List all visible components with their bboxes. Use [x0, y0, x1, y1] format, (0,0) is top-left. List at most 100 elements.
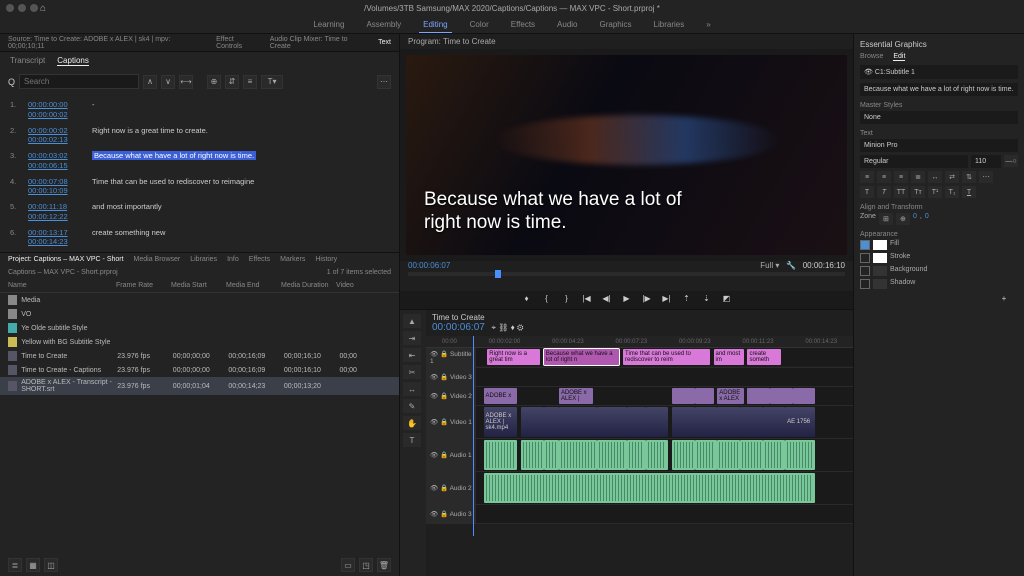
tracking-icon[interactable]: ⇄	[945, 171, 959, 183]
program-monitor-tab[interactable]: Program: Time to Create	[408, 37, 496, 46]
marker-icon[interactable]: ♦	[511, 323, 515, 332]
eg-font-dropdown[interactable]: Minion Pro	[860, 139, 1018, 152]
macos-traffic-lights[interactable]	[6, 4, 38, 12]
timeline-track[interactable]: 👁 🔒 Subtitle 1Right now is a great timBe…	[426, 348, 853, 368]
timeline-clip[interactable]	[627, 440, 646, 470]
timeline-clip[interactable]: Right now is a great tim	[487, 349, 540, 365]
timeline-track[interactable]: 👁 🔒 Audio 2	[426, 472, 853, 505]
timeline-clip[interactable]: Time that can be used to rediscover to r…	[623, 349, 710, 365]
program-current-tc[interactable]: 00:00:06:07	[408, 261, 450, 270]
eg-size-slider-icon[interactable]: —○	[1004, 155, 1018, 167]
timeline-track[interactable]: 👁 🔒 Video 2ADOBE xADOBE x ALEX |ADOBE x …	[426, 387, 853, 406]
stroke-checkbox[interactable]	[860, 253, 870, 263]
icon-view-icon[interactable]: ▦	[26, 558, 40, 572]
go-to-out-icon[interactable]: ▶|	[661, 294, 673, 303]
track-header[interactable]: 👁 🔒 Audio 1	[426, 439, 476, 471]
razor-tool-icon[interactable]: ✂	[403, 365, 421, 379]
workspace-editing[interactable]: Editing	[419, 17, 451, 33]
source-monitor-tab[interactable]: Source: Time to Create: ADOBE x ALEX | s…	[8, 36, 208, 50]
split-caption-icon[interactable]: ⇵	[225, 75, 239, 89]
settings-icon[interactable]: ⚙	[517, 323, 523, 332]
timeline-clip[interactable]	[559, 407, 597, 437]
timeline-ruler[interactable]: 00:0000:00:02:0000:00:04:2300:00:07:2300…	[426, 336, 853, 348]
workspace-audio[interactable]: Audio	[553, 17, 581, 32]
timeline-clip[interactable]	[695, 407, 718, 437]
workspace-libraries[interactable]: Libraries	[650, 17, 689, 32]
stroke-color-swatch[interactable]	[873, 253, 887, 263]
workspace-graphics[interactable]: Graphics	[596, 17, 636, 32]
mark-in-icon[interactable]: {	[541, 294, 553, 303]
fill-checkbox[interactable]	[860, 240, 870, 250]
project-row[interactable]: Media	[0, 293, 399, 307]
timeline-clip[interactable]	[484, 440, 518, 470]
delete-icon[interactable]: 🗑	[377, 558, 391, 572]
caption-row[interactable]: 5.00:00:11:1800:00:12:22and most importa…	[10, 199, 389, 225]
shadow-color-swatch[interactable]	[873, 279, 887, 289]
timeline-clip[interactable]	[747, 388, 770, 404]
timeline-clip[interactable]	[770, 388, 793, 404]
timeline-clip[interactable]	[672, 407, 695, 437]
subscript-icon[interactable]: T₁	[945, 186, 959, 198]
caption-row[interactable]: 1.00:00:00:0000:00:00:02-	[10, 97, 389, 123]
track-header[interactable]: 👁 🔒 Audio 3	[426, 505, 476, 523]
captions-tab[interactable]: Captions	[57, 56, 89, 66]
eg-font-size[interactable]: 110	[971, 155, 1001, 168]
add-marker-icon[interactable]: ♦	[521, 294, 533, 303]
effect-controls-tab[interactable]: Effect Controls	[216, 36, 262, 50]
col-mediaend[interactable]: Media End	[226, 282, 281, 289]
merge-caption-icon[interactable]: ≡	[243, 75, 257, 89]
smallcaps-icon[interactable]: Tᴛ	[911, 186, 925, 198]
timeline-clip[interactable]: ADOBE x ALEX	[717, 388, 743, 404]
caption-style-dropdown[interactable]: T ▾	[261, 75, 283, 89]
timeline-clip[interactable]: ADOBE x ALEX |	[559, 388, 593, 404]
timeline-clip[interactable]	[785, 440, 815, 470]
col-name[interactable]: Name	[8, 282, 116, 289]
align-center-icon[interactable]: ≡	[877, 171, 891, 183]
hand-tool-icon[interactable]: ✋	[403, 416, 421, 430]
caption-row[interactable]: 6.00:00:13:1700:00:14:23create something…	[10, 225, 389, 251]
project-row[interactable]: Yellow with BG Subtitle Style	[0, 335, 399, 349]
timeline-clip[interactable]: AE 1756	[785, 407, 815, 437]
timeline-clip[interactable]: ADOBE x	[484, 388, 518, 404]
audio-clip-mixer-tab[interactable]: Audio Clip Mixer: Time to Create	[270, 36, 370, 50]
faux-italic-icon[interactable]: T	[877, 186, 891, 198]
position-icon[interactable]: ⊕	[896, 213, 910, 225]
snap-icon[interactable]: ⌖	[492, 323, 497, 332]
workspace-assembly[interactable]: Assembly	[362, 17, 405, 32]
superscript-icon[interactable]: T¹	[928, 186, 942, 198]
ripple-edit-icon[interactable]: ⇤	[403, 348, 421, 362]
project-tab[interactable]: Project: Captions – MAX VPC - Short	[8, 256, 124, 263]
project-row[interactable]: Time to Create23.976 fps00;00;00;0000;00…	[0, 349, 399, 363]
timeline-clip[interactable]	[695, 440, 718, 470]
play-icon[interactable]: ▶	[621, 294, 633, 303]
timeline-clip[interactable]: create someth	[747, 349, 781, 365]
project-row[interactable]: ADOBE x ALEX - Transcript - SHORT.srt23.…	[0, 377, 399, 395]
track-select-icon[interactable]: ⇥	[403, 331, 421, 345]
eg-font-style[interactable]: Regular	[860, 155, 968, 168]
eg-layer-item[interactable]: 👁 C1:Subtitle 1	[864, 69, 915, 76]
type-tool-icon[interactable]: T	[403, 433, 421, 447]
next-match-icon[interactable]: ∨	[161, 75, 175, 89]
timeline-clip[interactable]	[695, 388, 714, 404]
timeline-clip[interactable]	[484, 473, 816, 503]
slip-tool-icon[interactable]: ↔	[403, 382, 421, 396]
zone-picker-icon[interactable]: ⊞	[879, 213, 893, 225]
align-left-icon[interactable]: ≡	[860, 171, 874, 183]
workspace-effects[interactable]: Effects	[507, 17, 539, 32]
project-row[interactable]: Ye Olde subtitle Style	[0, 321, 399, 335]
workspace-learning[interactable]: Learning	[309, 17, 348, 32]
media-browser-tab[interactable]: Media Browser	[134, 256, 181, 263]
eg-pos-x[interactable]: 0	[913, 213, 917, 225]
zoom-level[interactable]: Full	[760, 261, 773, 270]
export-frame-icon[interactable]: ◩	[721, 294, 733, 303]
timeline-track[interactable]: 👁 🔒 Audio 3	[426, 505, 853, 524]
kerning-icon[interactable]: ↔	[928, 171, 942, 183]
timeline-tc[interactable]: 00:00:06:07	[432, 322, 485, 333]
linked-sel-icon[interactable]: ⛓	[498, 323, 508, 332]
fill-color-swatch[interactable]	[873, 240, 887, 250]
timeline-clip[interactable]	[597, 440, 627, 470]
mark-out-icon[interactable]: }	[561, 294, 573, 303]
timeline-clip[interactable]: ADOBE x ALEX | sk4.mp4	[484, 407, 518, 437]
timeline-clip[interactable]: and most im	[714, 349, 744, 365]
transcript-tab[interactable]: Transcript	[10, 56, 45, 66]
